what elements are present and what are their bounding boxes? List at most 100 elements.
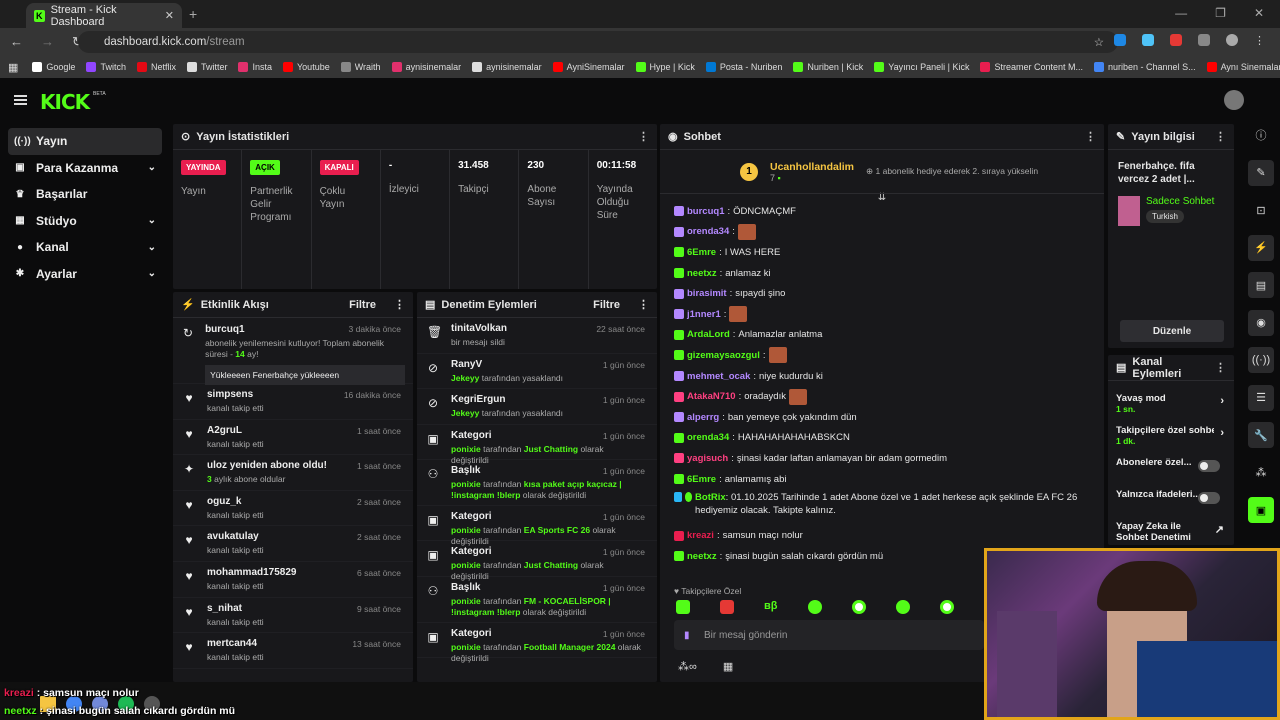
channel-action[interactable]: Takipçilere özel sohbe 1 dk. › — [1108, 419, 1234, 451]
more-icon[interactable]: ⋮ — [638, 298, 649, 311]
document-icon[interactable]: ▤ — [1248, 272, 1274, 298]
url-field[interactable]: dashboard.kick.com/stream ☆ — [78, 31, 1118, 53]
user-avatar[interactable] — [1224, 90, 1244, 110]
chat-username[interactable]: birasimit — [687, 288, 727, 299]
bookmark-item[interactable]: Twitch — [86, 62, 126, 72]
chat-username[interactable]: orenda34 — [687, 432, 729, 443]
chat-username[interactable]: orenda34 — [687, 226, 729, 237]
sidebar-item[interactable]: ♛ Başarılar — [8, 181, 162, 208]
browser-menu-icon[interactable]: ⋮ — [1254, 34, 1266, 47]
chat-username[interactable]: 6Emre — [687, 474, 716, 485]
edit-button[interactable]: Düzenle — [1120, 320, 1224, 342]
sidebar-item[interactable]: ✱ Ayarlar ⌄ — [8, 261, 162, 288]
close-tab-icon[interactable]: ✕ — [165, 9, 174, 22]
chevron-right-icon[interactable]: › — [1220, 427, 1224, 439]
forward-icon[interactable]: → — [41, 34, 54, 50]
toggle-switch[interactable] — [1198, 460, 1220, 472]
sidebar-item[interactable]: ((·)) Yayın — [8, 128, 162, 155]
close-window-icon[interactable]: ✕ — [1254, 6, 1264, 20]
bookmark-item[interactable]: AyniSinemalar — [552, 62, 625, 72]
chevron-down-icon[interactable]: ⌄ — [148, 215, 156, 226]
chat-message-input[interactable]: ▮ Bir mesaj gönderin — [674, 620, 984, 650]
more-icon[interactable]: ⋮ — [394, 298, 405, 311]
chat-username[interactable]: alperrg — [687, 412, 719, 423]
gift-icon[interactable]: ▦ — [723, 660, 733, 673]
broadcast-icon[interactable]: ((·)) — [1248, 347, 1274, 373]
bookmark-item[interactable]: Posta - Nuriben — [705, 62, 782, 72]
sidebar-item[interactable]: ▣ Para Kazanma ⌄ — [8, 155, 162, 182]
profile-icon[interactable] — [1226, 34, 1238, 46]
chat-username[interactable]: mehmet_ocak — [687, 371, 750, 382]
more-icon[interactable]: ⋮ — [1085, 130, 1096, 143]
app-icon[interactable]: ▣ — [1248, 497, 1274, 523]
chat-username[interactable]: gizemaysaozgul — [687, 350, 760, 361]
browser-tab[interactable]: K Stream - Kick Dashboard ✕ — [26, 3, 182, 28]
filter-button[interactable]: Filtre — [349, 299, 376, 311]
bookmark-item[interactable]: Aynı Sinemalar - Ça... — [1206, 62, 1280, 72]
chat-settings-icon[interactable]: ⁂∞ — [678, 660, 697, 673]
chevron-right-icon[interactable]: › — [1220, 395, 1224, 407]
extension-shield-icon[interactable] — [1114, 34, 1126, 46]
minimize-icon[interactable]: — — [1175, 6, 1187, 20]
bookmark-item[interactable]: aynisinemalar — [391, 62, 461, 72]
info-icon[interactable]: ⓘ — [1248, 122, 1274, 148]
channel-action[interactable]: Yapay Zeka ile Sohbet Denetimi ↗ — [1108, 515, 1234, 545]
more-icon[interactable]: ⋮ — [1215, 130, 1226, 143]
chevron-down-icon[interactable]: ⌄ — [148, 268, 156, 279]
chat-username[interactable]: ArdaLord — [687, 329, 730, 340]
toggle-switch[interactable] — [1198, 492, 1220, 504]
bookmark-item[interactable]: Streamer Content M... — [980, 62, 1083, 72]
emote-icon[interactable] — [808, 600, 822, 614]
stack-icon[interactable]: ☰ — [1248, 384, 1274, 411]
mic-icon[interactable]: ▮ — [684, 630, 690, 641]
bookmark-item[interactable]: Hype | Kick — [635, 62, 695, 72]
chat-username[interactable]: kreazi — [687, 530, 714, 541]
channel-action[interactable]: Yavaş mod 1 sn. › — [1108, 387, 1234, 419]
emote-icon[interactable] — [896, 600, 910, 614]
sidebar-item[interactable]: ● Kanal ⌄ — [8, 234, 162, 261]
emote-icon[interactable] — [676, 600, 690, 614]
bookmark-item[interactable]: Insta — [238, 62, 272, 72]
extension-red-icon[interactable] — [1170, 34, 1182, 46]
bookmark-item[interactable]: Yayıncı Paneli | Kick — [874, 62, 969, 72]
bookmark-item[interactable]: Wraith — [340, 62, 381, 72]
bookmark-item[interactable]: Google — [32, 62, 75, 72]
chat-bubble-icon[interactable]: ◉ — [1248, 309, 1274, 336]
bookmark-item[interactable]: Youtube — [283, 62, 330, 72]
chat-username[interactable]: 6Emre — [687, 247, 716, 258]
bookmark-item[interactable]: Twitter — [186, 62, 227, 72]
category-name[interactable]: Sadece Sohbet — [1146, 196, 1214, 207]
screen-icon[interactable]: ⊡ — [1248, 197, 1274, 223]
maximize-icon[interactable]: ❐ — [1215, 6, 1226, 20]
back-icon[interactable]: ← — [10, 34, 23, 50]
bookmark-item[interactable]: Netflix — [136, 62, 176, 72]
sidebar-item[interactable]: ▦ Stüdyo ⌄ — [8, 208, 162, 235]
chat-username[interactable]: AtakaN710 — [687, 391, 736, 402]
chevron-down-icon[interactable]: ⌄ — [148, 162, 156, 173]
emote-icon[interactable] — [720, 600, 734, 614]
emote-icon[interactable] — [852, 600, 866, 614]
bookmark-item[interactable]: Nuriben | Kick — [793, 62, 863, 72]
filter-button[interactable]: Filtre — [593, 299, 620, 311]
chat-username[interactable]: j1nner1 — [687, 309, 721, 320]
chat-username[interactable]: burcuq1 — [687, 206, 724, 217]
kick-logo[interactable]: KICK — [40, 90, 90, 114]
apps-grid-icon[interactable]: ▦ — [8, 61, 18, 74]
menu-burger-icon[interactable] — [14, 95, 27, 105]
new-tab-icon[interactable]: + — [189, 6, 197, 22]
chat-username[interactable]: neetxz — [687, 551, 717, 562]
more-icon[interactable]: ⋮ — [638, 130, 649, 143]
channel-action[interactable]: Abonelere özel... — [1108, 451, 1234, 483]
emote-icon[interactable]: ʙβ — [764, 600, 778, 614]
bookmark-item[interactable]: nuriben - Channel S... — [1094, 62, 1196, 72]
chat-username[interactable]: neetxz — [687, 268, 717, 279]
chevron-down-icon[interactable]: ⌄ — [148, 242, 156, 253]
extensions-puzzle-icon[interactable] — [1198, 34, 1210, 46]
edit-icon[interactable]: ✎ — [1248, 159, 1274, 186]
wrench-icon[interactable]: 🔧 — [1248, 422, 1274, 448]
bookmark-item[interactable]: aynisinemalar — [472, 62, 542, 72]
external-link-icon[interactable]: ↗ — [1215, 523, 1224, 536]
more-icon[interactable]: ⋮ — [1215, 361, 1226, 374]
channel-action[interactable]: Yalnızca ifadeleri... — [1108, 483, 1234, 515]
nodes-icon[interactable]: ⁂ — [1248, 460, 1274, 486]
